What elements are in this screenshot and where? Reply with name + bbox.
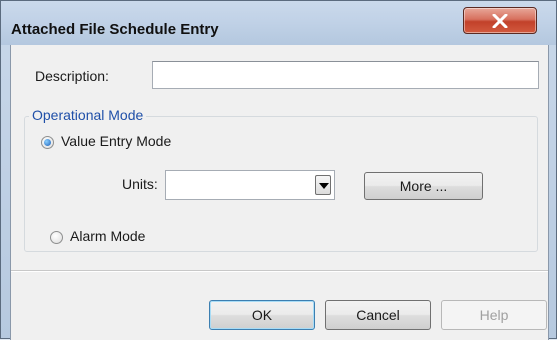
units-dropdown[interactable]: [165, 170, 335, 200]
help-button[interactable]: Help: [441, 300, 547, 330]
value-entry-mode-radio[interactable]: [41, 136, 54, 149]
title-bar[interactable]: Attached File Schedule Entry: [1, 1, 556, 45]
more-button[interactable]: More ...: [364, 172, 483, 200]
dropdown-arrow-button[interactable]: [315, 175, 331, 195]
dialog-body: Description: Operational Mode Value Entr…: [10, 45, 549, 340]
cancel-button[interactable]: Cancel: [325, 300, 431, 330]
units-label: Units:: [122, 176, 158, 192]
dialog-window: Attached File Schedule Entry Description…: [0, 0, 557, 340]
operational-mode-legend: Operational Mode: [29, 107, 147, 123]
divider: [11, 270, 548, 272]
value-entry-mode-label[interactable]: Value Entry Mode: [61, 133, 171, 149]
chevron-down-icon: [319, 183, 329, 189]
window-title: Attached File Schedule Entry: [11, 21, 219, 38]
ok-button[interactable]: OK: [209, 300, 315, 330]
alarm-mode-label[interactable]: Alarm Mode: [70, 228, 145, 244]
alarm-mode-radio[interactable]: [50, 231, 63, 244]
close-icon: [492, 14, 508, 28]
close-button[interactable]: [463, 7, 537, 34]
description-label: Description:: [35, 68, 109, 84]
description-input[interactable]: [152, 61, 539, 89]
